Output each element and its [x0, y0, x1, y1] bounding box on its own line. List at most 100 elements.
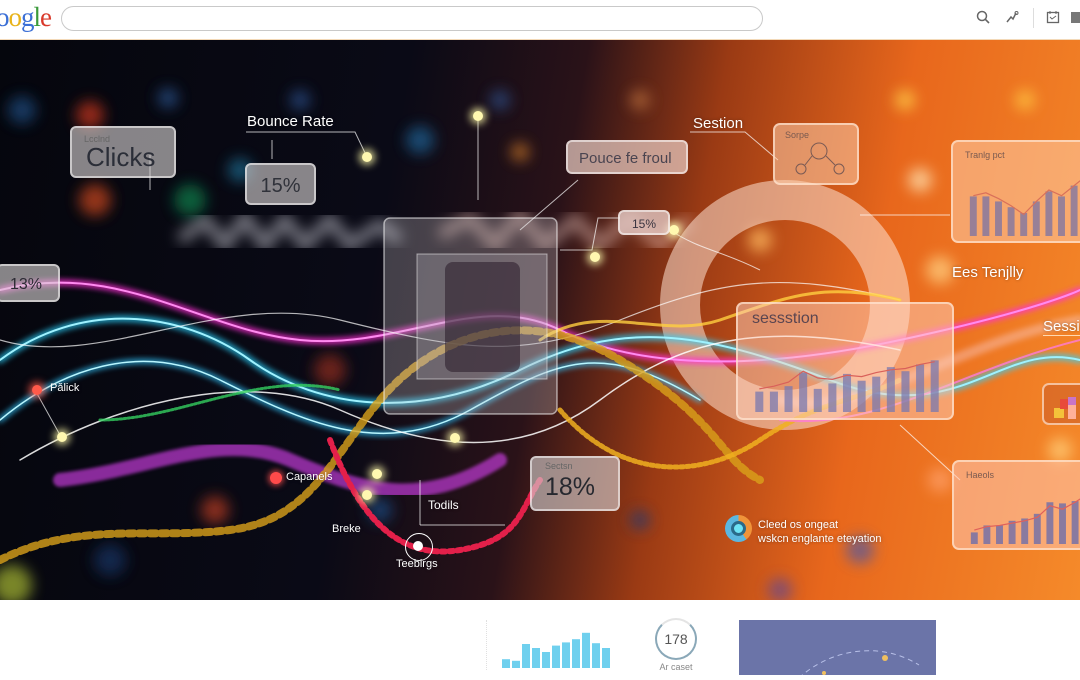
page-footer: 178 Ar caset	[0, 600, 1080, 679]
habits-chart-card[interactable]: Haeols	[952, 460, 1080, 550]
search-icon[interactable]	[974, 9, 992, 27]
pouce-card[interactable]: Pouce fe froul	[566, 140, 688, 174]
trend-icon[interactable]	[1003, 9, 1021, 27]
mini-bar	[522, 644, 530, 668]
chart-bar	[784, 386, 793, 412]
chart-bar	[1071, 501, 1079, 544]
chart-bar	[799, 372, 808, 412]
google-logo[interactable]: oogle	[0, 2, 52, 33]
puzzle-app-icon	[1054, 397, 1076, 419]
bounce-rate-card[interactable]: 15%	[245, 163, 316, 205]
capanels-marker	[270, 472, 282, 484]
calendar-icon[interactable]	[1044, 9, 1062, 27]
bookmark-icon[interactable]	[1068, 9, 1080, 27]
node-dot	[590, 252, 600, 262]
bounce-rate-label: Bounce Rate	[247, 113, 334, 130]
chart-bar	[1058, 196, 1065, 236]
axis-line	[486, 620, 487, 670]
mini-bar	[552, 645, 560, 668]
orbit-arc	[798, 650, 920, 679]
stat-card-value: 18%	[545, 473, 596, 501]
breke-label: Breke	[332, 523, 361, 535]
chart-bar	[1070, 185, 1078, 236]
small-metric-card[interactable]: 15%	[618, 210, 670, 235]
chart-bar	[996, 525, 1003, 544]
chart-bar	[828, 383, 837, 412]
logo-letter: o	[0, 2, 9, 32]
chart-bar	[1007, 207, 1015, 236]
node-diagram-card[interactable]: Sorpe	[773, 123, 859, 185]
browser-toolbar: oogle	[0, 0, 1080, 40]
mini-bar	[592, 643, 600, 668]
chart-bar	[755, 391, 764, 412]
chart-bar	[857, 380, 866, 412]
left-metric-value: 13%	[10, 276, 43, 293]
chart-bar	[872, 376, 881, 412]
network-nodes-icon	[795, 142, 845, 175]
node-dot	[362, 152, 372, 162]
mini-bar	[572, 639, 580, 668]
chart-bar	[813, 388, 822, 412]
chart-bar	[930, 360, 939, 412]
node-dot	[372, 469, 382, 479]
legend-line-1: Cleed os ongeat	[758, 519, 839, 531]
chart-bar	[1020, 212, 1028, 236]
chart-bar	[1032, 201, 1040, 236]
stat-card[interactable]: Sectsn 18%	[530, 456, 620, 511]
app-icon-card[interactable]	[1042, 383, 1080, 425]
habits-bar-chart	[970, 498, 1080, 544]
node-dot	[362, 490, 372, 500]
node-dot	[473, 111, 483, 121]
ees-label: Ees Tenjlly	[952, 264, 1024, 281]
toolbar-divider	[1033, 8, 1034, 28]
legend-line-2: wskcn englante eteyation	[758, 533, 882, 545]
chart-bar	[982, 196, 990, 236]
mini-bar	[582, 632, 590, 668]
mini-bar	[562, 642, 570, 668]
chart-bar	[969, 196, 977, 236]
gauge-value: 178	[664, 631, 688, 647]
bounce-rate-value: 15%	[260, 175, 301, 197]
session-bar-chart	[755, 360, 939, 412]
stat-card-caption: Sectsn	[545, 461, 573, 471]
mini-bar	[532, 648, 540, 668]
search-input[interactable]	[61, 6, 763, 31]
chart-bar	[995, 201, 1002, 236]
logo-letter: e	[40, 2, 52, 32]
chart-bar	[886, 367, 895, 412]
gauge-ring: 178	[655, 618, 697, 660]
orbit-chart-panel[interactable]	[739, 620, 936, 679]
chart-bar	[1045, 191, 1053, 236]
chart-bar	[1008, 520, 1016, 544]
node-dot	[450, 433, 460, 443]
chart-bar	[1021, 518, 1029, 544]
sess-label: Sessi	[1043, 318, 1080, 336]
chart-bar	[983, 525, 991, 544]
clicks-card[interactable]: Lcclnd Clicks	[70, 126, 176, 178]
session-chart-card[interactable]: sessstion	[736, 302, 954, 420]
session-label: Sestion	[693, 115, 744, 132]
left-metric-card[interactable]: 13%	[0, 264, 60, 302]
todils-label: Todils	[428, 498, 459, 512]
chart-bar	[970, 532, 978, 544]
small-metric-value: 15%	[631, 217, 657, 231]
mini-bar	[512, 660, 520, 668]
logo-letter: g	[21, 2, 34, 32]
traffic-bar-chart	[969, 180, 1080, 236]
teebirgs-label: Teebirgs	[396, 558, 438, 570]
analytics-hero-illustration: Lcclnd Clicks Bounce Rate 15% 13% Pouce …	[0, 40, 1080, 600]
legend-donut-icon	[725, 515, 752, 542]
chart-bar	[842, 373, 852, 412]
plick-marker	[32, 385, 42, 395]
logo-letter: o	[8, 2, 22, 32]
mini-bar	[542, 652, 550, 668]
mini-bar-chart	[502, 632, 610, 668]
gauge-label: Ar caset	[659, 662, 693, 672]
teebirgs-ring-icon	[405, 533, 433, 561]
frame-dark-block	[445, 262, 520, 372]
node-dot	[57, 432, 67, 442]
node-dot	[669, 225, 679, 235]
traffic-chart-card[interactable]: Tranlg pct	[951, 140, 1080, 243]
pouce-card-text: Pouce fe froul	[579, 150, 672, 167]
chart-bar	[769, 391, 778, 412]
